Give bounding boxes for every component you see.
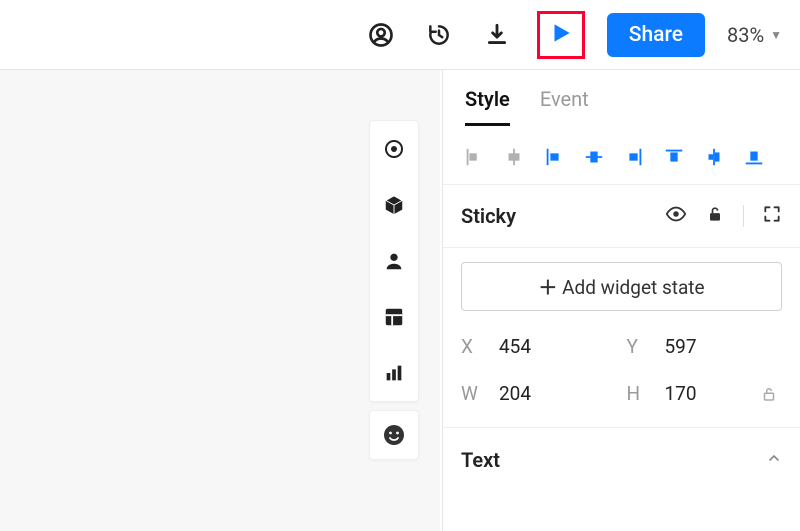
plus-icon: ＋ — [538, 276, 557, 299]
layout-tool-icon[interactable] — [369, 289, 419, 345]
coord-y-value: 597 — [665, 335, 697, 358]
align-bottom-icon[interactable] — [741, 144, 767, 170]
align-center-v-icon[interactable] — [701, 144, 727, 170]
tab-event[interactable]: Event — [540, 87, 589, 126]
target-tool-icon[interactable] — [369, 121, 419, 177]
chart-tool-icon[interactable] — [369, 345, 419, 401]
expand-icon[interactable] — [762, 204, 782, 228]
coord-x-value: 454 — [499, 335, 531, 358]
coord-y[interactable]: Y 597 — [627, 335, 783, 358]
geometry-section: X 454 Y 597 W 204 H 170 — [443, 335, 800, 428]
emoji-tool-icon[interactable] — [369, 410, 419, 460]
cube-tool-icon[interactable] — [369, 177, 419, 233]
align-top-icon[interactable] — [661, 144, 687, 170]
sticky-label: Sticky — [461, 204, 516, 228]
top-toolbar: Share 83% ▼ — [0, 0, 800, 70]
coord-x-key: X — [461, 335, 485, 358]
text-section-label: Text — [461, 448, 500, 472]
align-middle-icon[interactable] — [581, 144, 607, 170]
lock-open-icon[interactable] — [705, 204, 725, 228]
align-right-edge-icon[interactable] — [621, 144, 647, 170]
coord-h-key: H — [627, 382, 651, 405]
inspector-tabs: Style Event — [443, 70, 800, 126]
zoom-dropdown[interactable]: 83% ▼ — [727, 23, 782, 47]
workspace: Style Event — [0, 70, 800, 531]
align-right-icon[interactable] — [541, 144, 567, 170]
zoom-value: 83% — [727, 23, 764, 47]
coord-w[interactable]: W 204 — [461, 382, 617, 405]
coord-w-key: W — [461, 382, 485, 405]
coord-y-key: Y — [627, 335, 651, 358]
add-widget-state-button[interactable]: ＋ Add widget state — [461, 262, 782, 311]
chevron-up-icon — [766, 450, 782, 470]
align-left-icon[interactable] — [461, 144, 487, 170]
person-tool-icon[interactable] — [369, 233, 419, 289]
history-icon[interactable] — [421, 17, 457, 53]
alignment-toolbar — [443, 126, 800, 185]
coord-h-value: 170 — [665, 382, 697, 405]
preview-play-button[interactable] — [537, 11, 585, 59]
account-icon[interactable] — [363, 17, 399, 53]
inspector-panel: Style Event — [442, 70, 800, 531]
add-state-label: Add widget state — [562, 276, 704, 299]
coord-h[interactable]: H 170 — [627, 382, 783, 405]
aspect-lock-icon[interactable] — [760, 385, 778, 403]
tool-column — [369, 120, 419, 402]
align-center-h-icon[interactable] — [501, 144, 527, 170]
visibility-icon[interactable] — [665, 203, 687, 229]
separator — [743, 205, 744, 227]
text-section-header[interactable]: Text — [443, 428, 800, 492]
sticky-section-header: Sticky — [443, 185, 800, 248]
chevron-down-icon: ▼ — [770, 28, 782, 42]
download-icon[interactable] — [479, 17, 515, 53]
coord-w-value: 204 — [499, 382, 531, 405]
tab-style[interactable]: Style — [465, 87, 510, 126]
coord-x[interactable]: X 454 — [461, 335, 617, 358]
share-button[interactable]: Share — [607, 13, 705, 57]
